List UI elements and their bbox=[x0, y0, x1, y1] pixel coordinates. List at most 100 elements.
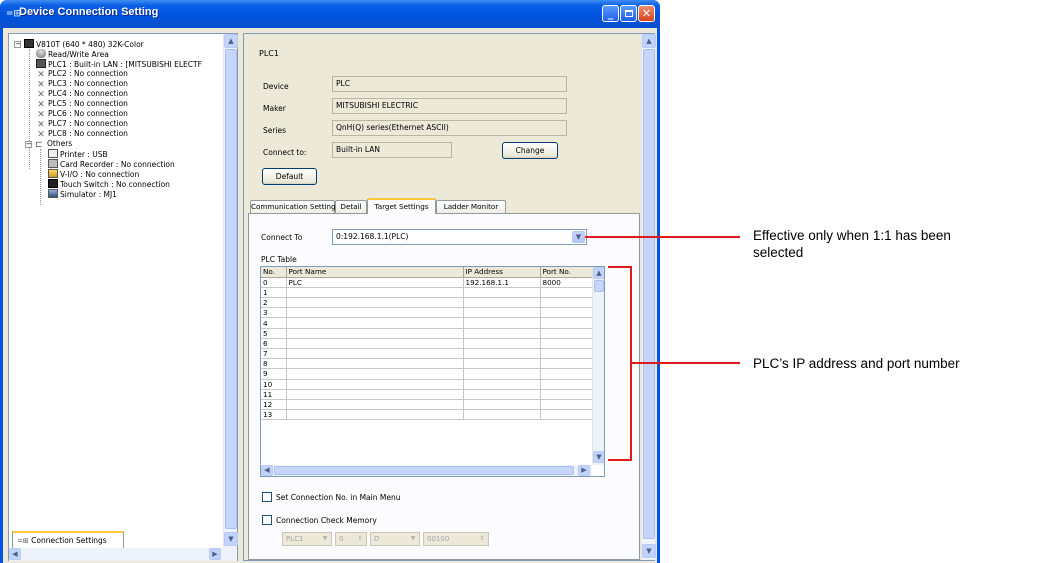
settings-scroll-down-button[interactable]: ▼ bbox=[642, 544, 656, 558]
cell-no[interactable]: 12 bbox=[261, 399, 287, 411]
cell-port-no[interactable] bbox=[540, 328, 593, 339]
settings-scroll-thumb[interactable] bbox=[643, 49, 655, 539]
table-horizontal-scrollbar[interactable]: ◀ ▶ bbox=[261, 465, 592, 476]
cell-port-name[interactable] bbox=[286, 409, 464, 421]
cell-ip-address[interactable] bbox=[463, 307, 541, 319]
cell-port-name[interactable] bbox=[286, 389, 464, 400]
default-button[interactable]: Default bbox=[262, 168, 317, 185]
tab-communication-setting[interactable]: Communication Setting bbox=[250, 200, 336, 213]
cell-ip-address[interactable]: 192.168.1.1 bbox=[463, 277, 541, 288]
table-row[interactable]: 12 bbox=[261, 399, 593, 411]
table-scroll-thumb[interactable] bbox=[594, 280, 604, 292]
settings-vertical-scrollbar[interactable]: ▲ ▼ bbox=[641, 34, 656, 560]
table-row[interactable]: 3 bbox=[261, 307, 593, 319]
cell-ip-address[interactable] bbox=[463, 317, 541, 329]
column-header-port-no[interactable]: Port No. bbox=[540, 267, 593, 278]
table-row[interactable]: 8 bbox=[261, 358, 593, 370]
tree-item-plc2[interactable]: ✕ PLC2 : No connection bbox=[36, 69, 128, 80]
cell-no[interactable]: 5 bbox=[261, 328, 287, 339]
scroll-left-button[interactable]: ◀ bbox=[9, 548, 21, 560]
cell-port-name[interactable] bbox=[286, 287, 464, 299]
table-scroll-down-button[interactable]: ▼ bbox=[593, 451, 604, 463]
settings-scroll-up-button[interactable]: ▲ bbox=[642, 34, 656, 48]
cell-no[interactable]: 11 bbox=[261, 389, 287, 400]
cell-port-no[interactable] bbox=[540, 389, 593, 400]
table-scroll-right-button[interactable]: ▶ bbox=[578, 465, 590, 476]
cell-port-no[interactable]: 8000 bbox=[540, 277, 593, 288]
cell-ip-address[interactable] bbox=[463, 379, 541, 390]
tree-item-printer[interactable]: Printer : USB bbox=[48, 149, 108, 159]
cell-port-no[interactable] bbox=[540, 307, 593, 319]
cell-port-no[interactable] bbox=[540, 317, 593, 329]
column-header-no[interactable]: No. bbox=[261, 267, 287, 278]
memory-address-stepper[interactable]: 00100 ⇕ bbox=[423, 532, 489, 546]
cell-ip-address[interactable] bbox=[463, 358, 541, 370]
table-row[interactable]: 4 bbox=[261, 317, 593, 329]
column-header-port-name[interactable]: Port Name bbox=[286, 267, 464, 278]
table-scroll-up-button[interactable]: ▲ bbox=[593, 267, 604, 279]
table-row[interactable]: 6 bbox=[261, 338, 593, 350]
maximize-button[interactable] bbox=[620, 5, 637, 22]
connection-settings-tab[interactable]: =⊞ Connection Settings bbox=[12, 531, 124, 548]
tree-item-simulator[interactable]: Simulator : MJ1 bbox=[48, 189, 117, 199]
minimize-button[interactable]: _ bbox=[602, 5, 619, 22]
cell-no[interactable]: 9 bbox=[261, 368, 287, 380]
tree-item-vio[interactable]: V-I/O : No connection bbox=[48, 169, 139, 179]
tree-item-card-recorder[interactable]: Card Recorder : No connection bbox=[48, 159, 175, 169]
table-row[interactable]: 2 bbox=[261, 297, 593, 309]
plc-table[interactable]: No. Port Name IP Address Port No. 0 PLC 19… bbox=[260, 266, 605, 477]
table-row[interactable]: 9 bbox=[261, 368, 593, 380]
tree-item-others[interactable]: ⊏ Others bbox=[35, 139, 72, 150]
cell-ip-address[interactable] bbox=[463, 338, 541, 350]
memory-plc-select[interactable]: PLC1 ▼ bbox=[282, 532, 332, 546]
tab-target-settings[interactable]: Target Settings bbox=[367, 198, 436, 214]
cell-ip-address[interactable] bbox=[463, 348, 541, 360]
tree-item-plc4[interactable]: ✕ PLC4 : No connection bbox=[36, 89, 128, 100]
cell-port-no[interactable] bbox=[540, 409, 593, 421]
cell-port-name[interactable]: PLC bbox=[286, 277, 464, 288]
close-button[interactable]: ✕ bbox=[638, 5, 655, 22]
cell-port-no[interactable] bbox=[540, 287, 593, 299]
cell-port-name[interactable] bbox=[286, 317, 464, 329]
tree-item-plc6[interactable]: ✕ PLC6 : No connection bbox=[36, 109, 128, 120]
cell-port-no[interactable] bbox=[540, 348, 593, 360]
chevron-down-icon[interactable]: ▼ bbox=[572, 231, 585, 243]
table-row[interactable]: 1 bbox=[261, 287, 593, 299]
cell-port-name[interactable] bbox=[286, 379, 464, 390]
cell-ip-address[interactable] bbox=[463, 399, 541, 411]
set-connection-no-checkbox[interactable] bbox=[262, 492, 272, 502]
tree-item-plc7[interactable]: ✕ PLC7 : No connection bbox=[36, 119, 128, 130]
cell-no[interactable]: 10 bbox=[261, 379, 287, 390]
title-bar[interactable]: =⊞ Device Connection Setting _ ✕ bbox=[0, 0, 660, 28]
table-row[interactable]: 7 bbox=[261, 348, 593, 360]
cell-no[interactable]: 6 bbox=[261, 338, 287, 350]
cell-port-name[interactable] bbox=[286, 307, 464, 319]
table-hscroll-thumb[interactable] bbox=[274, 466, 574, 475]
cell-port-no[interactable] bbox=[540, 338, 593, 350]
table-row[interactable]: 0 PLC 192.168.1.1 8000 bbox=[261, 277, 593, 288]
cell-no[interactable]: 1 bbox=[261, 287, 287, 299]
tree-horizontal-scrollbar[interactable]: ◀ ▶ bbox=[9, 548, 237, 561]
cell-port-name[interactable] bbox=[286, 328, 464, 339]
cell-port-name[interactable] bbox=[286, 348, 464, 360]
cell-port-name[interactable] bbox=[286, 399, 464, 411]
cell-ip-address[interactable] bbox=[463, 409, 541, 421]
cell-port-no[interactable] bbox=[540, 297, 593, 309]
connect-to-select[interactable]: 0:192.168.1.1(PLC) ▼ bbox=[332, 229, 587, 245]
cell-port-no[interactable] bbox=[540, 399, 593, 411]
table-row[interactable]: 10 bbox=[261, 379, 593, 390]
scroll-thumb[interactable] bbox=[225, 49, 237, 529]
cell-no[interactable]: 0 bbox=[261, 277, 287, 288]
cell-ip-address[interactable] bbox=[463, 287, 541, 299]
tab-ladder-monitor[interactable]: Ladder Monitor bbox=[436, 200, 506, 213]
tree-item-plc3[interactable]: ✕ PLC3 : No connection bbox=[36, 79, 128, 90]
cell-no[interactable]: 8 bbox=[261, 358, 287, 370]
cell-ip-address[interactable] bbox=[463, 389, 541, 400]
cell-port-no[interactable] bbox=[540, 368, 593, 380]
tree-item-touch-switch[interactable]: Touch Switch : No connection bbox=[48, 179, 170, 189]
tab-detail[interactable]: Detail bbox=[335, 200, 367, 213]
cell-port-name[interactable] bbox=[286, 338, 464, 350]
scroll-right-button[interactable]: ▶ bbox=[209, 548, 221, 560]
table-row[interactable]: 13 bbox=[261, 409, 593, 421]
scroll-down-button[interactable]: ▼ bbox=[224, 532, 238, 546]
